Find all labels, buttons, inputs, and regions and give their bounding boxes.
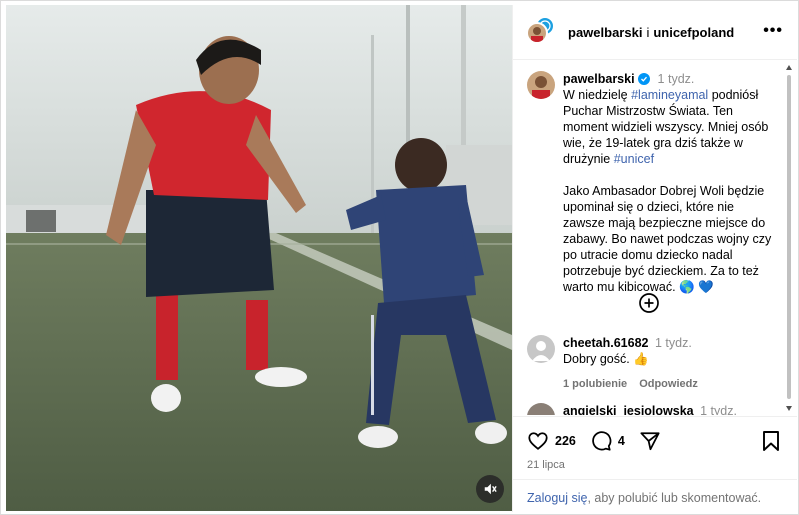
- coauthor-link[interactable]: unicefpoland: [653, 25, 734, 40]
- login-prompt-text: , aby polubić lub skomentować.: [587, 491, 762, 505]
- comments-count[interactable]: 4: [618, 434, 625, 448]
- caption-paragraph-1: pawelbarski 1 tydz. W niedzielę #laminey…: [563, 71, 777, 167]
- comment-icon[interactable]: [590, 430, 612, 452]
- login-link[interactable]: Zaloguj się: [527, 491, 587, 505]
- post-caption: pawelbarski 1 tydz. W niedzielę #laminey…: [527, 71, 777, 295]
- caption-username[interactable]: pawelbarski: [563, 72, 635, 86]
- caption-avatar[interactable]: [527, 71, 555, 99]
- comment-item: angielski_jesiolowska 1 tydz.: [527, 403, 782, 415]
- heart-icon[interactable]: [527, 430, 549, 452]
- comment-username[interactable]: cheetah.61682: [563, 336, 648, 350]
- comment-time: 1 tydz.: [700, 404, 737, 415]
- video-frame: [6, 5, 512, 511]
- portrait-icon: [531, 27, 543, 42]
- collab-avatars[interactable]: [526, 16, 558, 48]
- portrait-icon: [532, 76, 550, 99]
- hashtag-lamineyamal[interactable]: #lamineyamal: [631, 88, 708, 102]
- verified-badge-icon: [638, 73, 651, 85]
- caption-body: pawelbarski 1 tydz. W niedzielę #laminey…: [563, 71, 777, 295]
- author-link[interactable]: pawelbarski: [568, 25, 642, 40]
- scrollbar-thumb[interactable]: [787, 75, 791, 399]
- comment-avatar[interactable]: [527, 335, 555, 363]
- scroll-up-arrow-icon[interactable]: [786, 65, 792, 70]
- more-options-button[interactable]: •••: [763, 22, 783, 40]
- post-header: pawelbarski i unicefpoland •••: [513, 5, 797, 60]
- comment-avatar[interactable]: [527, 403, 555, 415]
- post-actions: 226 4 21 lipca Zaloguj się, aby polubić …: [513, 416, 797, 512]
- share-icon[interactable]: [639, 430, 661, 452]
- comment-text: Dobry gość. 👍: [563, 352, 649, 366]
- load-more-comments-button[interactable]: [638, 292, 660, 314]
- author-avatar[interactable]: [526, 22, 548, 44]
- speaker-muted-icon: [484, 483, 497, 495]
- author-separator: i: [646, 24, 650, 40]
- comments-scrollbar[interactable]: [786, 65, 792, 411]
- plus-circle-icon: [639, 293, 659, 313]
- comments-scroll-area[interactable]: pawelbarski 1 tydz. W niedzielę #laminey…: [513, 61, 797, 415]
- caption-paragraph-2: Jako Ambasador Dobrej Woli będzie upomin…: [563, 184, 772, 294]
- comment-body: cheetah.61682 1 tydz. Dobry gość. 👍 1 po…: [563, 335, 698, 392]
- hashtag-unicef[interactable]: #unicef: [614, 152, 654, 166]
- default-user-icon: [532, 341, 550, 361]
- post-dialog: pawelbarski i unicefpoland ••• pawelbars…: [0, 0, 799, 515]
- post-video[interactable]: [6, 5, 512, 511]
- comment-body: angielski_jesiolowska 1 tydz.: [563, 403, 737, 415]
- comment-time: 1 tydz.: [654, 336, 692, 350]
- login-prompt: Zaloguj się, aby polubić lub skomentować…: [513, 479, 797, 513]
- action-row: 226 4: [527, 430, 661, 452]
- reply-button[interactable]: Odpowiedz: [639, 376, 698, 392]
- likes-count[interactable]: 226: [555, 434, 576, 448]
- post-authors: pawelbarski i unicefpoland: [568, 25, 734, 40]
- comment-actions: 1 polubienie Odpowiedz: [563, 376, 698, 392]
- comment-item: cheetah.61682 1 tydz. Dobry gość. 👍 1 po…: [527, 335, 782, 392]
- comment-username[interactable]: angielski_jesiolowska: [563, 404, 694, 415]
- post-date[interactable]: 21 lipca: [527, 459, 565, 471]
- comment-likes[interactable]: 1 polubienie: [563, 376, 627, 392]
- bookmark-icon[interactable]: [761, 430, 781, 452]
- mute-button[interactable]: [476, 475, 504, 503]
- scroll-down-arrow-icon[interactable]: [786, 406, 792, 411]
- caption-text-a: W niedzielę: [563, 88, 632, 102]
- post-sidebar: pawelbarski i unicefpoland ••• pawelbars…: [512, 5, 797, 512]
- caption-time: 1 tydz.: [657, 72, 695, 86]
